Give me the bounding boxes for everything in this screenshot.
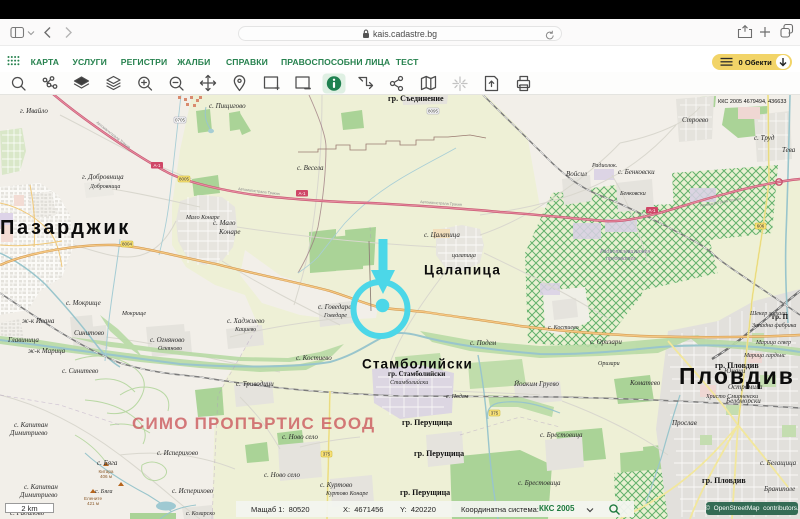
svg-text:Браниполе: Браниполе xyxy=(763,485,795,493)
svg-text:Марица север: Марица север xyxy=(755,340,791,346)
svg-text:Тева: Тева xyxy=(782,146,796,154)
svg-text:с. Бяга: с. Бяга xyxy=(97,459,118,467)
svg-text:СИМО ПРОПЪРТИС ЕООД: СИМО ПРОПЪРТИС ЕООД xyxy=(132,414,375,433)
svg-text:с. Мокрище: с. Мокрище xyxy=(66,299,101,307)
svg-text:421 м: 421 м xyxy=(87,501,99,506)
svg-text:А-1: А-1 xyxy=(153,163,161,168)
svg-text:с. Бенковски: с. Бенковски xyxy=(618,168,655,176)
svg-text:с. Костиево: с. Костиево xyxy=(296,354,332,362)
svg-text:с. Триводици: с. Триводици xyxy=(236,380,274,388)
svg-text:8004: 8004 xyxy=(122,242,133,247)
svg-text:гр. Перущица: гр. Перущица xyxy=(400,488,450,497)
svg-text:с. Весела: с. Весела xyxy=(297,164,324,172)
svg-text:с. Костиево: с. Костиево xyxy=(548,325,579,331)
svg-text:с. Бяга: с. Бяга xyxy=(95,489,112,495)
svg-text:гр. Пловдив: гр. Пловдив xyxy=(702,476,746,485)
svg-text:с. Исперихово: с. Исперихово xyxy=(172,487,214,495)
svg-text:Конаре: Конаре xyxy=(218,228,240,236)
svg-text:Стамболийски: Стамболийски xyxy=(362,357,473,372)
svg-text:гр. Перущица: гр. Перущица xyxy=(402,418,452,427)
svg-text:с. Цалапица: с. Цалапица xyxy=(424,231,460,239)
svg-text:г. Ивайло: г. Ивайло xyxy=(20,107,48,115)
svg-text:Говедаре: Говедаре xyxy=(323,312,347,319)
svg-text:Пловдив: Пловдив xyxy=(679,363,795,389)
svg-text:Западна фабрика: Западна фабрика xyxy=(752,322,796,329)
svg-text:с. Хаджиево: с. Хаджиево xyxy=(227,317,265,325)
svg-text:Кациево: Кациево xyxy=(234,327,256,333)
svg-text:Димитриево: Димитриево xyxy=(9,429,48,437)
svg-text:гр. Съединение: гр. Съединение xyxy=(388,95,444,103)
svg-text:с. Огняново: с. Огняново xyxy=(150,336,185,344)
svg-text:Коматево: Коматево xyxy=(629,379,661,387)
svg-text:ж-к Ивана: ж-к Ивана xyxy=(22,317,55,325)
svg-text:Строево: Строево xyxy=(682,116,709,124)
svg-text:0705: 0705 xyxy=(175,118,186,123)
svg-text:Стамболийски: Стамболийски xyxy=(390,379,428,386)
svg-text:Оризари: Оризари xyxy=(598,361,620,367)
svg-text:с. Ново село: с. Ново село xyxy=(282,433,318,441)
svg-text:606: 606 xyxy=(757,224,765,229)
svg-text:Добровница: Добровница xyxy=(89,183,120,190)
svg-text:Пазарджик: Пазарджик xyxy=(0,217,131,239)
svg-text:А-1: А-1 xyxy=(648,208,656,213)
svg-text:Радиолок.: Радиолок. xyxy=(591,162,617,169)
svg-text:гр. Перущица: гр. Перущица xyxy=(414,449,464,458)
svg-text:с. Пищигово: с. Пищигово xyxy=(209,102,246,110)
svg-text:с. Говедаре: с. Говедаре xyxy=(318,303,351,311)
svg-text:375: 375 xyxy=(323,452,331,457)
svg-text:цалапица: цалапица xyxy=(452,253,476,259)
svg-text:с. Синитево: с. Синитево xyxy=(62,367,99,375)
svg-text:с. Козарско: с. Козарско xyxy=(186,511,215,517)
svg-text:с. Ново село: с. Ново село xyxy=(264,471,300,479)
svg-text:с. Подем: с. Подем xyxy=(470,339,497,347)
svg-text:Беломорски: Беломорски xyxy=(725,397,761,405)
svg-text:Синитово: Синитово xyxy=(74,329,105,337)
svg-text:с. Труд: с. Труд xyxy=(754,134,775,142)
svg-text:Куртово Конаре: Куртово Конаре xyxy=(325,491,368,497)
svg-text:с. Подем: с. Подем xyxy=(446,393,469,400)
svg-text:с. Оризари: с. Оризари xyxy=(590,338,622,346)
svg-text:Цалапица: Цалапица xyxy=(424,263,501,278)
svg-text:г. Добровница: г. Добровница xyxy=(82,173,124,181)
svg-text:Бенковски: Бенковски xyxy=(619,191,646,197)
svg-text:гр. П: гр. П xyxy=(772,313,789,321)
svg-text:Димитриево: Димитриево xyxy=(19,491,58,499)
svg-text:ж-к Марица: ж-к Марица xyxy=(28,347,66,355)
svg-text:0 Обекти: 0 Обекти xyxy=(739,57,773,66)
svg-text:Йоаким Груево: Йоаким Груево xyxy=(513,380,559,388)
svg-text:Войсил: Войсил xyxy=(566,170,587,178)
svg-text:с. Мало: с. Мало xyxy=(213,219,236,227)
svg-text:предавател: предавател xyxy=(606,255,636,262)
svg-text:Огняново: Огняново xyxy=(158,346,182,352)
svg-text:8005: 8005 xyxy=(179,177,190,182)
svg-text:Прослав: Прослав xyxy=(671,419,697,427)
svg-text:А-1: А-1 xyxy=(298,191,306,196)
svg-text:с. Брестовица: с. Брестовица xyxy=(540,431,583,439)
svg-text:с. Капитан: с. Капитан xyxy=(24,483,58,491)
svg-text:с. Куртово: с. Куртово xyxy=(320,481,353,489)
svg-text:Мокрище: Мокрище xyxy=(121,311,146,317)
svg-text:406 м: 406 м xyxy=(100,474,112,479)
svg-text:с. Белащица: с. Белащица xyxy=(760,459,797,467)
svg-text:Главиница: Главиница xyxy=(7,336,39,344)
svg-text:8095: 8095 xyxy=(428,109,439,114)
svg-text:с. Капитан: с. Капитан xyxy=(14,421,48,429)
svg-text:с. Исперихово: с. Исперихово xyxy=(157,449,199,457)
svg-text:375: 375 xyxy=(491,411,499,416)
svg-text:с. Брестовица: с. Брестовица xyxy=(518,479,561,487)
svg-text:Марица гардънс: Марица гардънс xyxy=(743,352,786,359)
svg-text:Радиотелевизионен: Радиотелевизионен xyxy=(599,248,650,255)
svg-text:ККС 2005 4679494, 436633: ККС 2005 4679494, 436633 xyxy=(718,99,786,105)
